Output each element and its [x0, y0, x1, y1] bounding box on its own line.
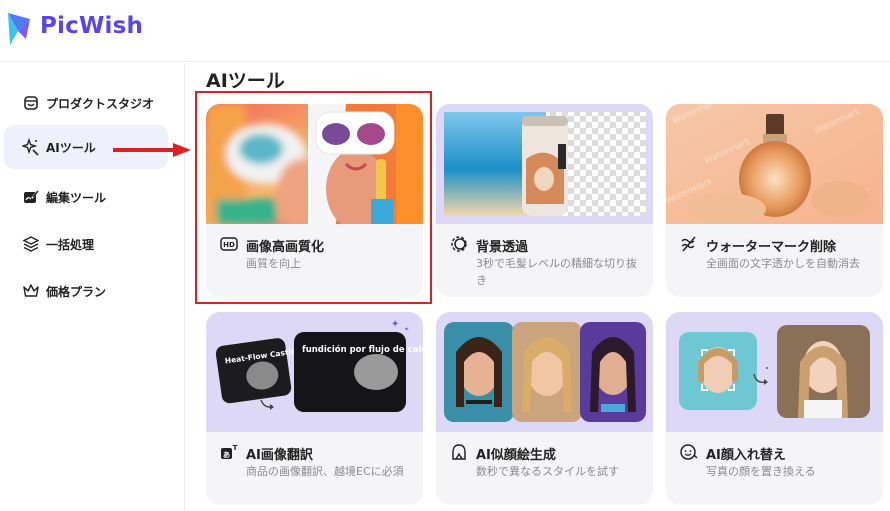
studio-icon — [22, 94, 40, 112]
tool-card-ai-portrait[interactable]: AI似顔絵生成 数秒で異なるスタイルを試す — [436, 312, 653, 505]
tool-card-background-removal[interactable]: 背景透過 3秒で毛髪レベルの精細な切り抜き — [436, 104, 653, 297]
sidebar-item-edit-tools[interactable]: 編集ツール — [4, 175, 168, 219]
annotation-highlight-box — [195, 91, 432, 304]
translate-icon: あT — [220, 443, 238, 461]
sidebar-item-label: プロダクトスタジオ — [46, 96, 155, 111]
translate-big-card-text: fundición por flujo de calor — [302, 344, 423, 355]
layers-icon — [22, 235, 40, 253]
sidebar-item-label: 一括処理 — [46, 237, 95, 252]
card-description: 3秒で毛髪レベルの精細な切り抜き — [476, 257, 637, 287]
watermark-removal-thumbnail: Watermark Watermark Watermark Watermark … — [666, 104, 883, 224]
portrait-icon — [450, 443, 468, 461]
tool-card-watermark-removal[interactable]: Watermark Watermark Watermark Watermark … — [666, 104, 883, 297]
sidebar: プロダクトスタジオ AIツール 編集ツール 一括処理 価格プラン — [0, 63, 185, 511]
svg-text:✦: ✦ — [391, 319, 399, 330]
picwish-logo-icon[interactable] — [4, 9, 36, 49]
card-description: 全画面の文字透かしを自動消去 — [706, 257, 860, 270]
sidebar-item-product-studio[interactable]: プロダクトスタジオ — [4, 81, 168, 125]
face-swap-icon — [680, 443, 698, 461]
annotation-arrow — [113, 143, 191, 157]
sidebar-item-label: 価格プラン — [46, 284, 107, 299]
crown-icon — [22, 282, 40, 300]
card-title: AI顔入れ替え — [706, 448, 786, 463]
background-removal-thumbnail — [436, 104, 653, 224]
page-title: AIツール — [206, 70, 285, 92]
svg-text:✦: ✦ — [404, 326, 409, 333]
card-description: 商品の画像翻訳、越境ECに必須 — [246, 465, 404, 478]
brand-name[interactable]: PicWish — [40, 13, 143, 39]
ai-face-swap-thumbnail — [666, 312, 883, 432]
watermark-remove-icon — [680, 235, 698, 253]
edit-icon — [22, 188, 40, 206]
sidebar-item-label: 編集ツール — [46, 190, 107, 205]
cutout-icon — [450, 235, 468, 253]
tool-card-ai-translate[interactable]: Heat-Flow Casting fundición por flujo de… — [206, 312, 423, 505]
sidebar-item-label: AIツール — [46, 140, 96, 155]
ai-translate-thumbnail: Heat-Flow Casting fundición por flujo de… — [206, 312, 423, 432]
card-description: 数秒で異なるスタイルを試す — [476, 465, 619, 478]
svg-text:あ: あ — [223, 450, 230, 459]
tool-card-ai-face-swap[interactable]: AI顔入れ替え 写真の顔を置き換える — [666, 312, 883, 505]
app-header: PicWish — [0, 0, 890, 62]
card-title: ウォーターマーク削除 — [706, 240, 837, 255]
svg-text:T: T — [233, 444, 238, 452]
ai-portrait-thumbnail — [436, 312, 653, 432]
card-title: 背景透過 — [476, 240, 529, 255]
sidebar-item-batch[interactable]: 一括処理 — [4, 222, 168, 266]
card-title: AI似顔絵生成 — [476, 448, 556, 463]
card-title: AI画像翻訳 — [246, 448, 313, 463]
ai-sparkle-icon — [22, 138, 40, 156]
translate-big-card-line: fundición por flujo de calor — [302, 344, 423, 355]
card-description: 写真の顔を置き換える — [706, 465, 816, 478]
sidebar-item-pricing[interactable]: 価格プラン — [4, 269, 168, 313]
